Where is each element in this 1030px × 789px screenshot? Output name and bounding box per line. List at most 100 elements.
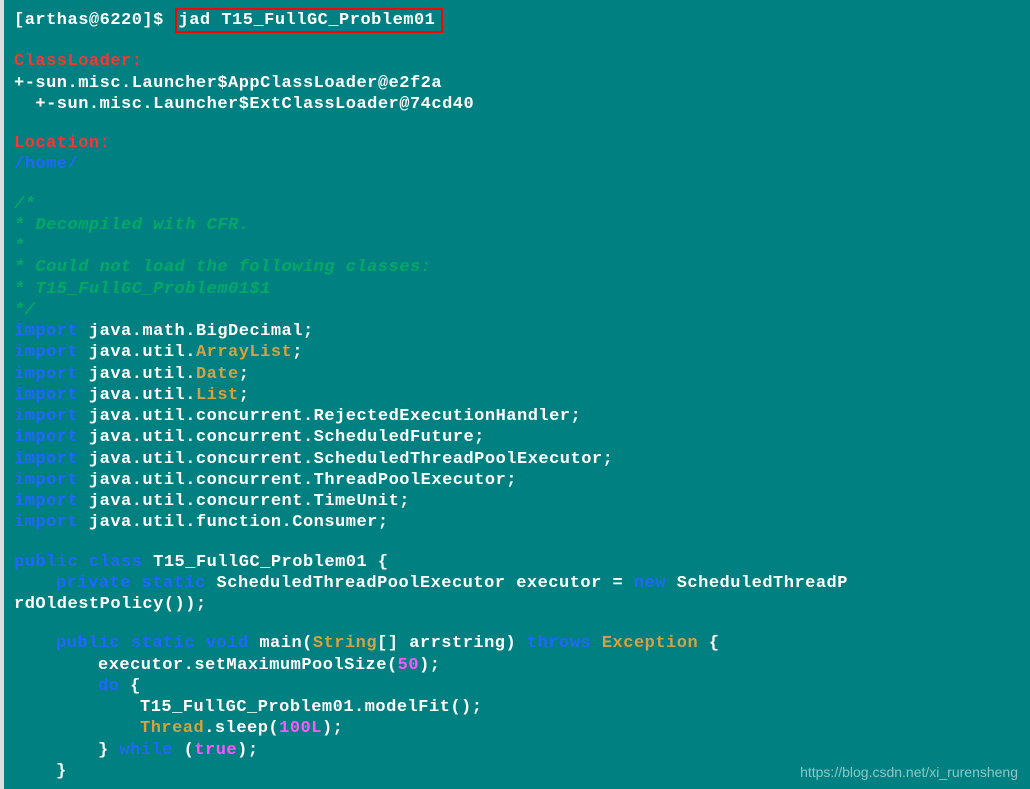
command-highlight-box: jad T15_FullGC_Problem01 — [175, 8, 444, 33]
stmt-a: executor.setMaximumPoolSize( — [98, 656, 398, 675]
field-type: ScheduledThreadPoolExecutor executor = — [206, 574, 634, 593]
import-kw: import — [14, 407, 78, 426]
num-100l: 100L — [279, 719, 322, 738]
brace: { — [698, 634, 719, 653]
import-pkg: java.util.concurrent.RejectedExecutionHa… — [78, 407, 581, 426]
import-line: import java.util.concurrent.ThreadPoolEx… — [14, 470, 1020, 491]
kw-void: void — [206, 634, 249, 653]
kw-throws: throws — [527, 634, 591, 653]
lit-true: true — [194, 741, 237, 760]
import-pkg: java.util. — [78, 365, 196, 384]
import-kw: import — [14, 471, 78, 490]
watermark-text: https://blog.csdn.net/xi_rurensheng — [800, 764, 1018, 782]
import-pkg: java.util.concurrent.ThreadPoolExecutor; — [78, 471, 517, 490]
stmt-setmax: executor.setMaximumPoolSize(50); — [14, 655, 1020, 676]
location-header: Location: — [14, 133, 1020, 154]
stmt-fit: T15_FullGC_Problem01.modelFit(); — [140, 698, 482, 717]
kw-do: do — [98, 677, 119, 696]
class-name: T15_FullGC_Problem01 { — [142, 553, 388, 572]
comment-l5: * T15_FullGC_Problem01$1 — [14, 279, 1020, 300]
args: [] arrstring) — [377, 634, 527, 653]
import-line: import java.util.concurrent.ScheduledThr… — [14, 449, 1020, 470]
location-path: /home/ — [14, 154, 1020, 175]
import-pkg: java.util.concurrent.ScheduledFuture; — [78, 428, 485, 447]
import-class: Date — [196, 365, 239, 384]
type-thread: Thread — [140, 719, 204, 738]
import-line: import java.math.BigDecimal; — [14, 321, 1020, 342]
shell-prompt: [arthas@6220]$ — [14, 11, 175, 30]
cond-close: ); — [237, 741, 258, 760]
comment-l4: * Could not load the following classes: — [14, 257, 1020, 278]
import-kw: import — [14, 513, 78, 532]
import-kw: import — [14, 322, 78, 341]
kw-class: class — [89, 553, 143, 572]
brace-close: } — [56, 762, 67, 781]
class-line1: public class T15_FullGC_Problem01 { — [14, 552, 1020, 573]
stmt-b: ); — [419, 656, 440, 675]
classloader-line2: +-sun.misc.Launcher$ExtClassLoader@74cd4… — [14, 94, 1020, 115]
while-line: } while (true); — [14, 740, 1020, 761]
comment-l1: /* — [14, 194, 1020, 215]
classloader-line1: +-sun.misc.Launcher$AppClassLoader@e2f2a — [14, 73, 1020, 94]
sleep-call: .sleep( — [204, 719, 279, 738]
import-pkg: java.util.function.Consumer; — [78, 513, 388, 532]
import-kw: import — [14, 450, 78, 469]
kw-private: private — [56, 574, 131, 593]
command-text: jad T15_FullGC_Problem01 — [179, 11, 436, 30]
import-line: import java.util.ArrayList; — [14, 342, 1020, 363]
comment-block: /* * Decompiled with CFR. * * Could not … — [14, 194, 1020, 322]
import-pkg: java.util.concurrent.ScheduledThreadPool… — [78, 450, 613, 469]
import-class: List — [196, 386, 239, 405]
classloader-section: ClassLoader: +-sun.misc.Launcher$AppClas… — [14, 51, 1020, 115]
location-section: Location: /home/ — [14, 133, 1020, 176]
import-line: import java.util.concurrent.RejectedExec… — [14, 406, 1020, 427]
kw-static: static — [131, 634, 195, 653]
comment-l2: * Decompiled with CFR. — [14, 215, 1020, 236]
stmt-sleep: Thread.sleep(100L); — [14, 718, 1020, 739]
import-class: ArrayList — [196, 343, 292, 362]
field-line2: rdOldestPolicy()); — [14, 594, 1020, 615]
main-sig: public static void main(String[] arrstri… — [14, 633, 1020, 654]
stmt-modelfit: T15_FullGC_Problem01.modelFit(); — [14, 697, 1020, 718]
import-semi: ; — [239, 386, 250, 405]
method-name: main( — [249, 634, 313, 653]
import-line: import java.util.Date; — [14, 364, 1020, 385]
class-declaration: public class T15_FullGC_Problem01 { priv… — [14, 552, 1020, 616]
field-cont: rdOldestPolicy()); — [14, 595, 207, 614]
kw-public: public — [56, 634, 120, 653]
import-line: import java.util.concurrent.TimeUnit; — [14, 491, 1020, 512]
main-method: public static void main(String[] arrstri… — [14, 633, 1020, 782]
kw-while: while — [119, 741, 173, 760]
kw-public: public — [14, 553, 78, 572]
import-kw: import — [14, 428, 78, 447]
import-kw: import — [14, 492, 78, 511]
comment-l3: * — [14, 236, 1020, 257]
kw-new: new — [634, 574, 666, 593]
do-brace: { — [119, 677, 140, 696]
import-pkg: java.math.BigDecimal; — [78, 322, 313, 341]
kw-static: static — [142, 574, 206, 593]
import-pkg: java.util. — [78, 386, 196, 405]
close-brace: } — [98, 741, 119, 760]
do-line: do { — [14, 676, 1020, 697]
field-line1: private static ScheduledThreadPoolExecut… — [14, 573, 1020, 594]
import-kw: import — [14, 386, 78, 405]
import-semi: ; — [239, 365, 250, 384]
import-line: import java.util.List; — [14, 385, 1020, 406]
imports-block: import java.math.BigDecimal; import java… — [14, 321, 1020, 534]
comment-l6: */ — [14, 300, 1020, 321]
cond-open: ( — [173, 741, 194, 760]
num-50: 50 — [398, 656, 419, 675]
type-string: String — [313, 634, 377, 653]
prompt-line[interactable]: [arthas@6220]$ jad T15_FullGC_Problem01 — [14, 8, 1020, 33]
classloader-header: ClassLoader: — [14, 51, 1020, 72]
import-line: import java.util.concurrent.ScheduledFut… — [14, 427, 1020, 448]
type-exception: Exception — [602, 634, 698, 653]
field-rest: ScheduledThreadP — [666, 574, 848, 593]
import-pkg: java.util.concurrent.TimeUnit; — [78, 492, 410, 511]
import-pkg: java.util. — [78, 343, 196, 362]
sleep-end: ); — [322, 719, 343, 738]
import-line: import java.util.function.Consumer; — [14, 512, 1020, 533]
import-kw: import — [14, 343, 78, 362]
import-kw: import — [14, 365, 78, 384]
